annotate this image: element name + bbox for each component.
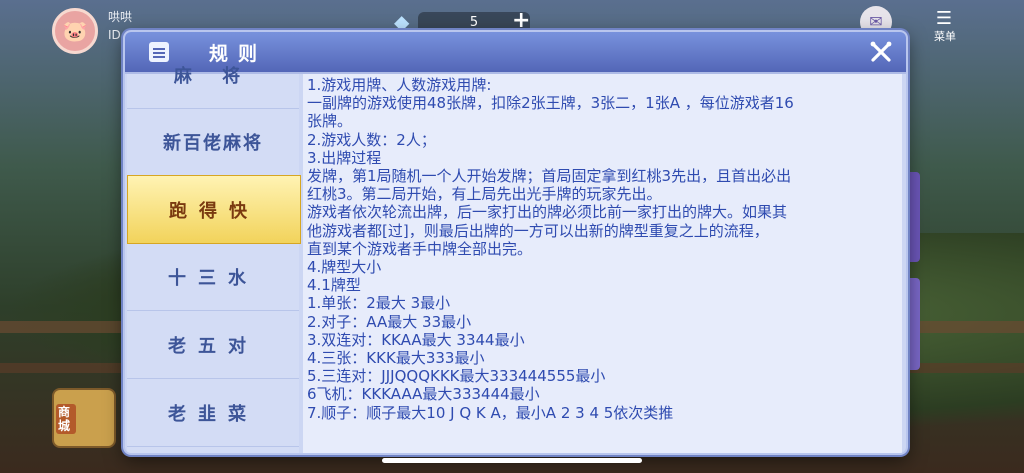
rule-line: 7.顺子：顺子最大10 J Q K A，最小A 2 3 4 5依次类推: [307, 403, 674, 422]
rule-line: 2.对子：AA最大 33最小: [307, 312, 472, 331]
rule-line: 发牌，第1局随机一个人开始发牌；首局固定拿到红桃3先出，且首出必出: [307, 167, 792, 186]
rule-line: 一副牌的游戏使用48张牌，扣除2张王牌，3张二，1张A ，每位游戏者16: [307, 94, 794, 113]
menu-label[interactable]: 菜单: [928, 28, 962, 44]
shop-label[interactable]: 商城: [56, 404, 76, 434]
side-panel-button-2[interactable]: [906, 278, 920, 370]
player-name: 哄哄: [108, 10, 133, 24]
rule-line: 2.游戏人数：2人；: [307, 130, 436, 149]
game-list-sidebar: 麻 将 新百佬麻将 跑得快 十三水 老五对 老韭菜: [127, 66, 301, 453]
player-id: ID: [108, 28, 121, 42]
rule-line: 直到某个游戏者手中牌全部出完。: [307, 239, 533, 258]
rule-line: 游戏者依次轮流出牌，后一家打出的牌必须比前一家打出的牌大。如果其: [307, 203, 788, 222]
rule-line: 4.1牌型: [307, 276, 361, 295]
sidebar-item-paodekuai[interactable]: 跑得快: [127, 175, 301, 244]
rules-dialog: 规则 麻 将 新百佬麻将 跑得快 十三水 老五对 老韭菜 1.游戏用牌、人数游戏…: [123, 30, 908, 455]
sidebar-item-mahjong[interactable]: 麻 将: [127, 41, 299, 109]
rules-content[interactable]: 1.游戏用牌、人数游戏用牌: 一副牌的游戏使用48张牌，扣除2张王牌，3张二，1…: [303, 74, 902, 453]
sidebar-item-shisanshui[interactable]: 十三水: [127, 243, 299, 311]
rule-line: 红桃3。第二局开始，有上局先出光手牌的玩家先出。: [307, 185, 662, 204]
sidebar-item-xinbailao-mahjong[interactable]: 新百佬麻将: [127, 108, 299, 176]
rule-line: 张牌。: [307, 112, 353, 131]
rule-line: 4.三张：KKK最大333最小: [307, 349, 485, 368]
rule-line: 5.三连对：JJJQQQKKK最大333444555最小: [307, 367, 606, 386]
rule-line: 6飞机：KKKAAA最大333444最小: [307, 385, 540, 404]
home-indicator[interactable]: [382, 458, 642, 463]
menu-icon[interactable]: ☰: [928, 8, 960, 30]
rule-line: 他游戏者都[过]，则最后出牌的一方可以出新的牌型重复之上的流程，: [307, 221, 769, 240]
close-icon[interactable]: [868, 39, 894, 65]
sidebar-item-laojiucai[interactable]: 老韭菜: [127, 379, 299, 447]
rule-line: 3.出牌过程: [307, 148, 382, 167]
avatar[interactable]: 🐷: [52, 8, 98, 54]
side-panel-button[interactable]: [906, 172, 920, 262]
rule-line: 3.双连对：KKAA最大 3344最小: [307, 330, 525, 349]
rule-line: 4.牌型大小: [307, 258, 382, 277]
rule-line: 1.游戏用牌、人数游戏用牌:: [307, 76, 492, 94]
close-button[interactable]: [868, 39, 894, 65]
rule-line: 1.单张：2最大 3最小: [307, 294, 451, 313]
sidebar-item-laowudui[interactable]: 老五对: [127, 311, 299, 379]
